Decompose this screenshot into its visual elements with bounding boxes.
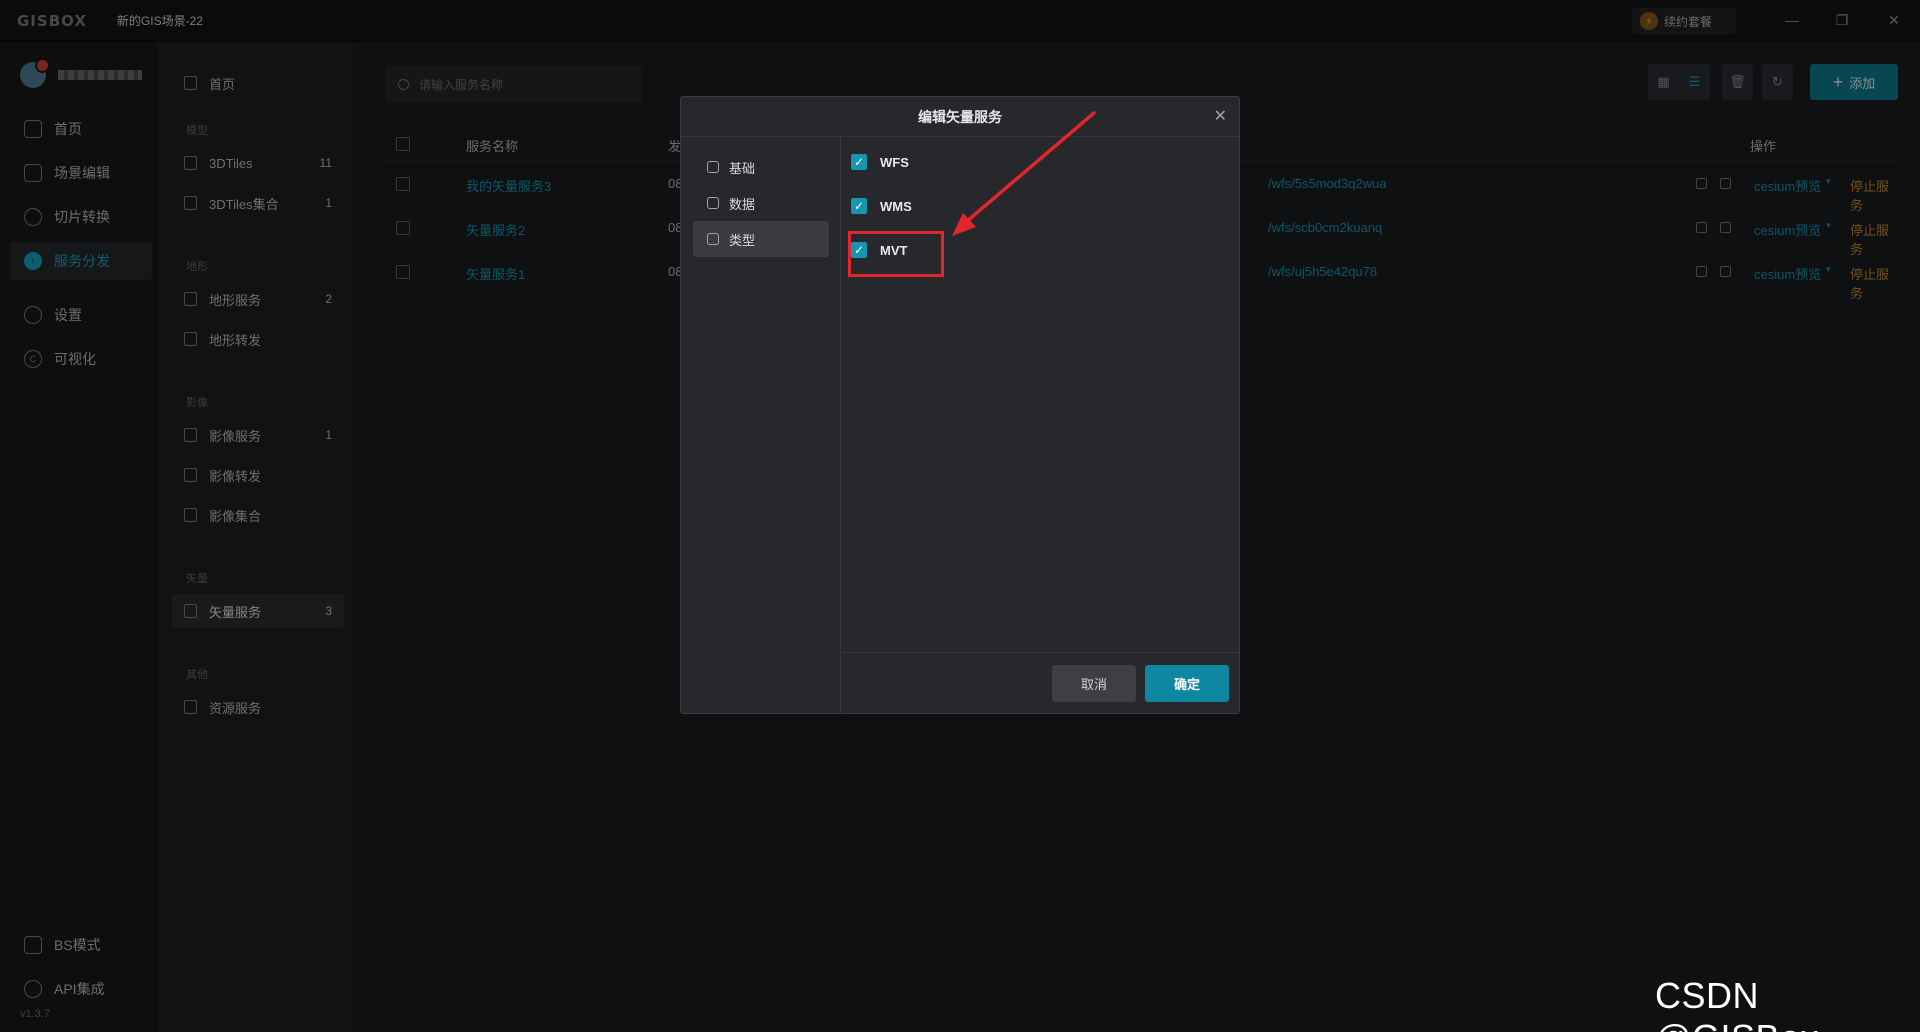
csdn-watermark: CSDN @GISBox	[1655, 975, 1819, 1032]
annotation-arrow	[952, 111, 1096, 236]
